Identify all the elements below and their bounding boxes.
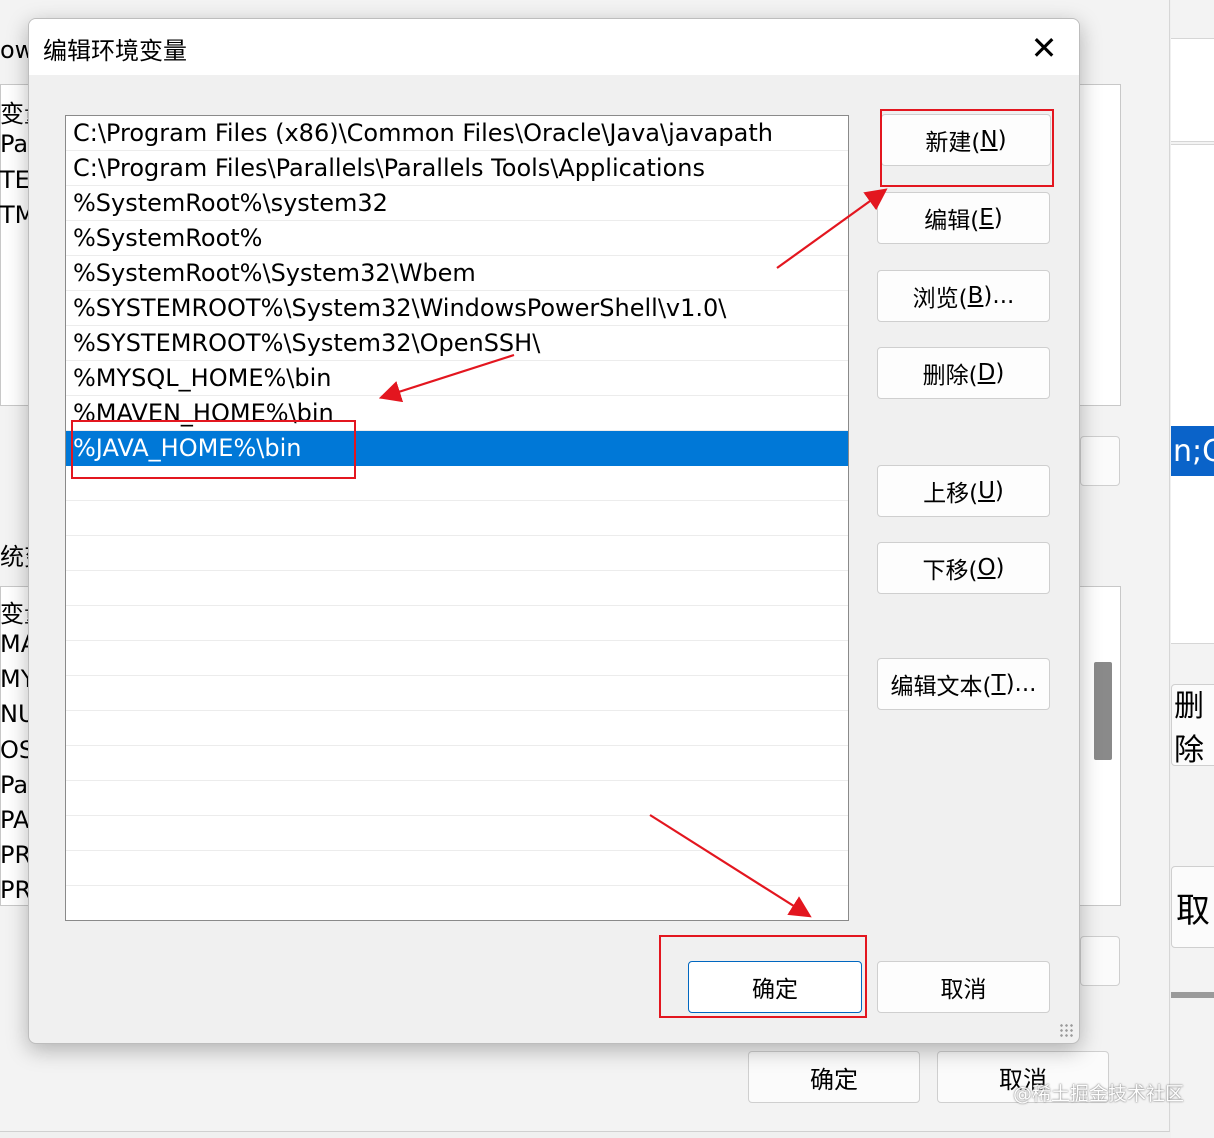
delete-button[interactable]: 删除(D) <box>877 347 1050 399</box>
close-button[interactable]: ✕ <box>1027 31 1061 65</box>
right-strip-panel <box>1171 38 1214 142</box>
right-strip-border <box>1171 992 1214 998</box>
right-delete-button[interactable]: 删除 <box>1171 684 1214 768</box>
list-item[interactable]: C:\Program Files\Parallels\Parallels Too… <box>66 151 848 186</box>
list-item[interactable]: %SYSTEMROOT%\System32\OpenSSH\ <box>66 326 848 361</box>
empty-row[interactable] <box>66 536 848 571</box>
right-background-window: n;C 删除 取 <box>1171 0 1214 1138</box>
dialog-title: 编辑环境变量 <box>43 37 187 65</box>
ok-label: 确定 <box>752 977 798 1003</box>
empty-row[interactable] <box>66 641 848 676</box>
list-item[interactable]: %SYSTEMROOT%\System32\WindowsPowerShell\… <box>66 291 848 326</box>
empty-row[interactable] <box>66 816 848 851</box>
list-item[interactable]: %SystemRoot%\system32 <box>66 186 848 221</box>
bg-var: Pat <box>0 130 30 158</box>
close-icon: ✕ <box>1030 29 1058 67</box>
bg-var: PA <box>0 806 30 834</box>
cancel-button[interactable]: 取消 <box>877 961 1050 1013</box>
empty-row[interactable] <box>66 711 848 746</box>
edit-env-variable-dialog: 编辑环境变量 ✕ C:\Program Files (x86)\Common F… <box>28 18 1080 1044</box>
bg-var: MY <box>0 665 30 693</box>
bg-var: TMI <box>0 201 30 229</box>
right-cancel-label: 取 <box>1176 890 1210 931</box>
list-item[interactable]: %MYSQL_HOME%\bin <box>66 361 848 396</box>
empty-row[interactable] <box>66 606 848 641</box>
list-item[interactable]: %MAVEN_HOME%\bin <box>66 396 848 431</box>
move-up-button[interactable]: 上移(U) <box>877 465 1050 517</box>
right-cancel-button[interactable]: 取 <box>1171 866 1214 948</box>
bg-label: owa <box>0 36 30 64</box>
bg-var: TEM <box>0 166 30 194</box>
list-item[interactable]: %SystemRoot% <box>66 221 848 256</box>
empty-row[interactable] <box>66 571 848 606</box>
empty-row[interactable] <box>66 851 848 886</box>
bg-var: PR <box>0 841 30 869</box>
bg-var: PR <box>0 876 30 904</box>
right-delete-label: 删除 <box>1174 689 1204 768</box>
path-list[interactable]: C:\Program Files (x86)\Common Files\Orac… <box>65 115 849 921</box>
empty-row[interactable] <box>66 746 848 781</box>
browse-button[interactable]: 浏览(B)... <box>877 270 1050 322</box>
empty-row[interactable] <box>66 781 848 816</box>
move-down-button[interactable]: 下移(O) <box>877 542 1050 594</box>
bg-var: Pat <box>0 771 30 799</box>
right-selected-text: n;C <box>1171 426 1214 476</box>
background-field <box>1080 436 1120 486</box>
bg-section-label: 统变 <box>0 543 30 571</box>
bg-header: 变量 <box>0 600 30 628</box>
list-item-selected[interactable]: %JAVA_HOME%\bin <box>66 431 848 466</box>
right-strip-panel <box>1171 144 1214 644</box>
list-item[interactable]: %SystemRoot%\System32\Wbem <box>66 256 848 291</box>
system-variables-scrollbar[interactable] <box>1094 662 1112 760</box>
bg-var: MA <box>0 630 30 658</box>
ok-button[interactable]: 确定 <box>688 961 862 1013</box>
background-field-2 <box>1080 936 1120 986</box>
empty-row[interactable] <box>66 676 848 711</box>
bg-var: OS <box>0 736 30 764</box>
empty-row[interactable] <box>66 501 848 536</box>
list-item[interactable]: C:\Program Files (x86)\Common Files\Orac… <box>66 116 848 151</box>
watermark: @稀土掘金技术社区 <box>1012 1083 1184 1105</box>
dialog-titlebar: 编辑环境变量 ✕ <box>29 19 1079 75</box>
resize-grip-icon[interactable] <box>1059 1023 1073 1037</box>
bg-header: 变量 <box>0 100 30 128</box>
background-ok-label: 确定 <box>810 1065 858 1094</box>
background-ok-button[interactable]: 确定 <box>748 1051 920 1103</box>
empty-row[interactable] <box>66 466 848 501</box>
bg-var: NU <box>0 700 30 728</box>
new-button[interactable]: 新建(N) <box>881 114 1051 166</box>
edit-text-button[interactable]: 编辑文本(T)... <box>877 658 1050 710</box>
cancel-label: 取消 <box>940 977 987 1003</box>
edit-button[interactable]: 编辑(E) <box>877 192 1050 244</box>
